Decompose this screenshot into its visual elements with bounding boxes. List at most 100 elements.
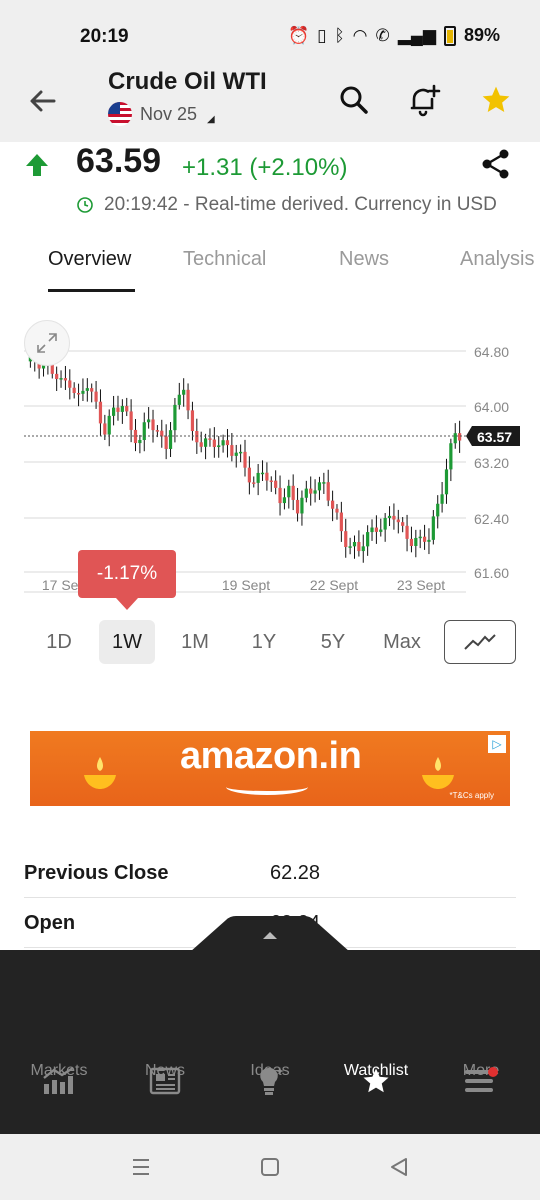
bottom-navigation: Markets News Ideas Watchlist More <box>0 950 540 1134</box>
bell-plus-icon <box>410 84 441 117</box>
back-button[interactable] <box>26 84 60 118</box>
candle-body <box>313 490 317 494</box>
candle-body <box>366 532 370 547</box>
candle-body <box>98 401 103 424</box>
us-flag-icon <box>108 102 132 126</box>
candle-body <box>112 407 116 416</box>
call-icon: ✆ <box>375 25 390 45</box>
range-1m[interactable]: 1M <box>167 620 223 664</box>
candle-body <box>422 536 427 542</box>
battery-level: 89% <box>463 25 500 45</box>
search-icon <box>340 86 368 114</box>
candle-body <box>177 394 181 405</box>
candle-body <box>300 497 304 514</box>
tab-overview[interactable]: Overview <box>48 248 131 271</box>
candle-body <box>396 519 400 523</box>
candle-body <box>453 433 457 444</box>
last-price: 63.59 <box>76 142 162 180</box>
x-tick-label: 22 Sept <box>310 577 358 593</box>
range-5y[interactable]: 5Y <box>305 620 361 664</box>
instrument-title: Crude Oil WTI <box>108 68 267 95</box>
candle-body <box>155 430 159 432</box>
tab-analysis[interactable]: Analysis <box>460 248 534 271</box>
chart-type-button[interactable] <box>444 620 516 664</box>
search-button[interactable] <box>334 80 374 120</box>
range-max[interactable]: Max <box>374 620 430 664</box>
candle-body <box>116 407 120 412</box>
newspaper-icon <box>147 1065 183 1097</box>
candle-body <box>182 389 186 395</box>
candle-body <box>247 467 251 483</box>
candle-body <box>339 512 343 532</box>
bluetooth-icon: ᛒ <box>334 25 345 45</box>
candle-body <box>287 485 291 498</box>
adchoices-icon[interactable]: ▷ <box>488 735 506 753</box>
candle-body <box>90 388 94 392</box>
timestamp-note: 20:19:42 - Real-time derived. Currency i… <box>104 194 497 215</box>
candle-body <box>208 438 212 440</box>
candle-body <box>103 423 107 435</box>
range-1w[interactable]: 1W <box>99 620 155 664</box>
candle-body <box>107 415 111 435</box>
lightbulb-icon <box>252 1065 288 1097</box>
candle-body <box>55 373 59 380</box>
active-tab-indicator <box>48 289 135 292</box>
candle-body <box>357 541 361 552</box>
candle-body <box>120 406 124 412</box>
candle-body <box>239 451 243 454</box>
candle-body <box>256 472 260 483</box>
signal-icon: ▂▄▆ <box>397 25 436 45</box>
candle-body <box>304 488 308 498</box>
add-alert-button[interactable] <box>404 80 444 120</box>
back-icon[interactable] <box>388 1156 410 1178</box>
candle-body <box>295 499 300 514</box>
wifi-icon: ◠ <box>352 25 368 45</box>
stat-value: 62.28 <box>270 862 321 884</box>
watchlist-star-button[interactable] <box>476 80 516 120</box>
y-tick-label: 62.40 <box>474 511 509 527</box>
ad-brand-text: amazon.in <box>180 735 362 777</box>
battery-icon <box>443 25 456 46</box>
candle-body <box>85 388 89 391</box>
candle-body <box>217 445 221 448</box>
change-tooltip: -1.17% <box>78 550 176 610</box>
candle-body <box>431 516 435 540</box>
expand-chart-button[interactable] <box>24 320 70 366</box>
candle-body <box>76 392 81 395</box>
up-arrow-icon <box>26 154 48 176</box>
candle-body <box>72 387 76 393</box>
price-block: 63.59 +1.31 (+2.10%) 20:19:42 - Real-tim… <box>0 142 540 232</box>
bottom-sheet-handle[interactable] <box>190 916 350 952</box>
candle-body <box>81 390 85 394</box>
candle-body <box>199 442 203 447</box>
advertisement-banner[interactable]: amazon.in *T&Cs apply ▷ <box>30 731 510 806</box>
current-price-label: 63.57 <box>477 429 512 445</box>
candle-body <box>427 539 431 542</box>
contract-selector[interactable]: Nov 25 ◢ <box>108 102 215 126</box>
candle-body <box>361 546 365 552</box>
candle-body <box>458 433 462 441</box>
range-1y[interactable]: 1Y <box>236 620 292 664</box>
candle-body <box>190 410 195 432</box>
tab-news[interactable]: News <box>339 248 389 271</box>
amazon-smile-logo <box>226 779 308 795</box>
recent-apps-icon[interactable] <box>130 1156 152 1178</box>
line-chart-icon <box>464 634 496 650</box>
share-button[interactable] <box>480 148 512 185</box>
x-tick-label: 19 Sept <box>222 577 270 593</box>
tab-technical[interactable]: Technical <box>183 248 266 271</box>
candle-body <box>335 508 339 513</box>
home-icon[interactable] <box>259 1156 281 1178</box>
x-tick-label: 23 Sept <box>397 577 445 593</box>
menu-icon <box>463 1065 499 1097</box>
range-1d[interactable]: 1D <box>31 620 87 664</box>
candle-body <box>409 538 414 546</box>
candle-body <box>125 406 129 412</box>
candle-body <box>133 429 138 444</box>
candle-body <box>230 445 234 456</box>
ad-terms-note: *T&Cs apply <box>449 791 494 800</box>
y-tick-label: 64.00 <box>474 399 509 415</box>
candle-body <box>59 378 63 380</box>
candle-body <box>344 531 348 548</box>
stat-row-previous-close: Previous Close 62.28 <box>24 848 516 898</box>
